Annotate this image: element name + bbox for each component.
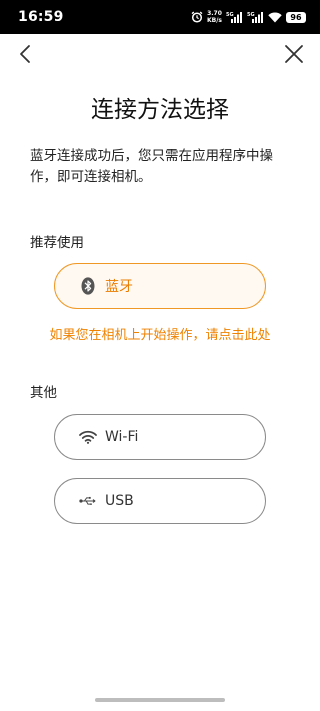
status-icons: 3.70 KB/s 5G 5G 96	[191, 9, 306, 25]
svg-text:5G: 5G	[247, 12, 255, 18]
start-on-camera-link[interactable]: 如果您在相机上开始操作，请点击此处	[0, 324, 320, 343]
wifi-label: Wi-Fi	[105, 429, 139, 445]
status-bar: 16:59 3.70 KB/s 5G 5G 96	[0, 0, 320, 34]
close-icon[interactable]	[282, 42, 306, 66]
page-title: 连接方法选择	[91, 97, 229, 123]
section-title-recommended: 推荐使用	[30, 235, 84, 251]
network-speed-value: 3.70	[207, 10, 222, 17]
wifi-icon	[268, 11, 282, 22]
bluetooth-icon	[79, 277, 97, 295]
bluetooth-button[interactable]: 蓝牙	[54, 263, 266, 309]
signal-5g-icon: 5G	[226, 12, 242, 23]
section-title-other: 其他	[30, 385, 57, 401]
chevron-left-icon[interactable]	[14, 42, 38, 66]
signal-5g-icon: 5G	[247, 12, 263, 23]
alarm-icon	[191, 11, 203, 23]
svg-text:5G: 5G	[226, 12, 234, 18]
usb-icon	[79, 492, 97, 510]
network-speed: 3.70 KB/s	[207, 10, 222, 24]
network-speed-unit: KB/s	[207, 17, 222, 24]
battery-icon: 96	[286, 11, 306, 23]
usb-button[interactable]: USB	[54, 478, 266, 524]
home-indicator[interactable]	[95, 698, 225, 702]
usb-label: USB	[105, 493, 134, 509]
wifi-button[interactable]: Wi-Fi	[54, 414, 266, 460]
wifi-icon	[79, 428, 97, 446]
page-description: 蓝牙连接成功后，您只需在应用程序中操作，即可连接相机。	[30, 148, 273, 185]
bluetooth-label: 蓝牙	[105, 279, 133, 295]
status-time: 16:59	[18, 9, 64, 25]
